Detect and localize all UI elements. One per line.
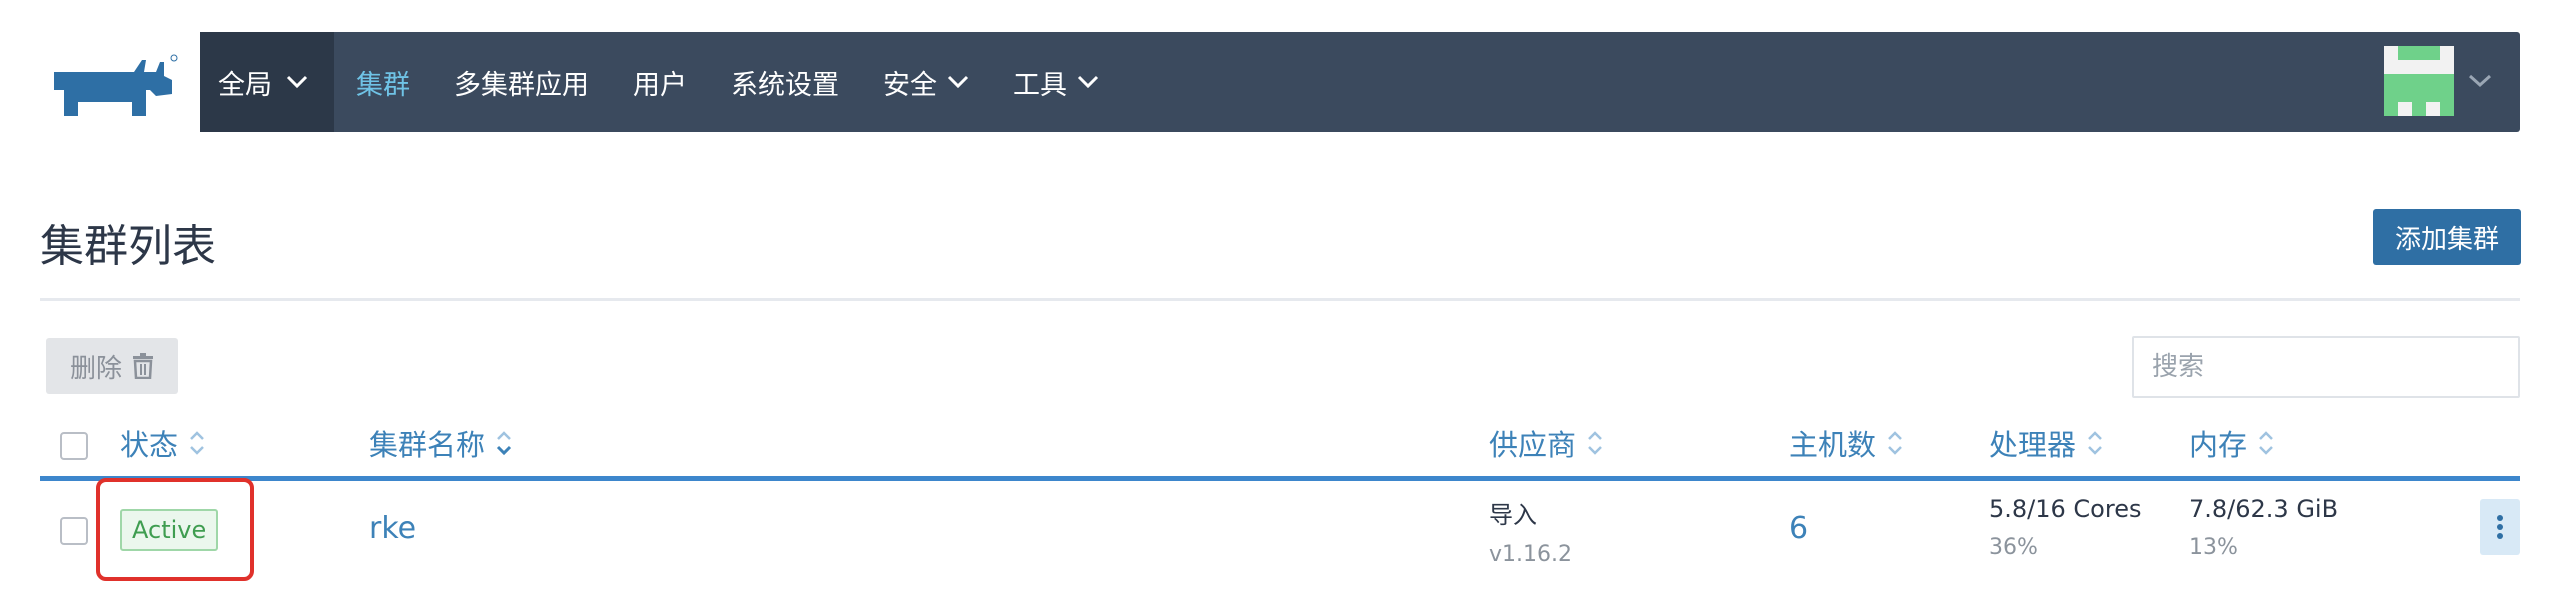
node-count-link[interactable]: 6 [1789, 511, 1808, 546]
nav-item-clusters[interactable]: 集群 [356, 63, 410, 102]
cpu-percent: 36% [1989, 535, 2038, 560]
column-header-memory[interactable]: 内存 [2189, 422, 2275, 464]
provider-version: v1.16.2 [1489, 542, 1572, 567]
chevron-down-icon [286, 75, 308, 89]
more-vertical-icon [2497, 515, 2503, 539]
title-divider [40, 298, 2520, 301]
sort-icon [2088, 431, 2102, 455]
cpu-cell: 5.8/16 Cores 36% [1989, 495, 2141, 560]
table-row: Active rke 导入 v1.16.2 6 5.8/16 Cores 36%… [40, 478, 2520, 600]
nav-item-multi-cluster-apps[interactable]: 多集群应用 [454, 63, 589, 102]
sort-icon [1588, 431, 1602, 455]
cluster-name-link[interactable]: rke [369, 511, 416, 546]
sort-icon [2259, 431, 2273, 455]
chevron-down-icon [2468, 74, 2492, 88]
column-header-status[interactable]: 状态 [120, 422, 206, 464]
row-actions-button[interactable] [2480, 499, 2520, 555]
chevron-down-icon [947, 75, 969, 89]
cluster-list-page: 全局 集群 多集群应用 用户 系统设置 安全 工具 集群列表 添加集群 删除 搜… [0, 0, 2552, 600]
global-scope-label: 全局 [218, 69, 272, 101]
column-header-provider[interactable]: 供应商 [1489, 422, 1604, 464]
nav-item-users[interactable]: 用户 [633, 63, 687, 102]
search-input[interactable] [2132, 336, 2520, 398]
cpu-usage: 5.8/16 Cores [1989, 495, 2142, 523]
rancher-logo-icon[interactable] [38, 50, 178, 120]
column-header-cpu[interactable]: 处理器 [1989, 422, 2104, 464]
global-scope-selector[interactable]: 全局 [200, 32, 334, 132]
user-menu[interactable] [2384, 46, 2492, 116]
sort-icon [190, 431, 204, 455]
nav-menu: 集群 多集群应用 用户 系统设置 安全 工具 [334, 32, 1099, 132]
row-select-checkbox[interactable] [60, 517, 88, 545]
column-header-nodes[interactable]: 主机数 [1789, 422, 1904, 464]
delete-button[interactable]: 删除 [46, 338, 178, 394]
delete-button-label: 删除 [69, 353, 122, 384]
status-badge: Active [120, 509, 219, 551]
sort-desc-icon [496, 431, 512, 456]
nav-item-settings[interactable]: 系统设置 [731, 63, 839, 102]
column-header-cluster-name[interactable]: 集群名称 [369, 422, 513, 464]
chevron-down-icon [1077, 75, 1099, 89]
memory-usage: 7.8/62.3 GiB [2189, 495, 2339, 523]
trash-icon [133, 353, 153, 379]
select-all-checkbox[interactable] [60, 432, 88, 460]
page-title: 集群列表 [40, 221, 216, 272]
nav-item-security[interactable]: 安全 [883, 63, 969, 102]
memory-cell: 7.8/62.3 GiB 13% [2189, 495, 2338, 560]
provider-name: 导入 [1489, 501, 1537, 529]
memory-percent: 13% [2189, 535, 2238, 560]
sort-icon [1888, 431, 1902, 455]
add-cluster-button[interactable]: 添加集群 [2372, 209, 2521, 265]
top-navbar: 全局 集群 多集群应用 用户 系统设置 安全 工具 [200, 32, 2520, 132]
nav-item-tools[interactable]: 工具 [1013, 63, 1099, 102]
avatar [2384, 46, 2454, 116]
table-header: 状态 集群名称 供应商 主机数 处理器 内存 [40, 412, 2520, 478]
provider-cell: 导入 v1.16.2 [1489, 495, 1572, 567]
